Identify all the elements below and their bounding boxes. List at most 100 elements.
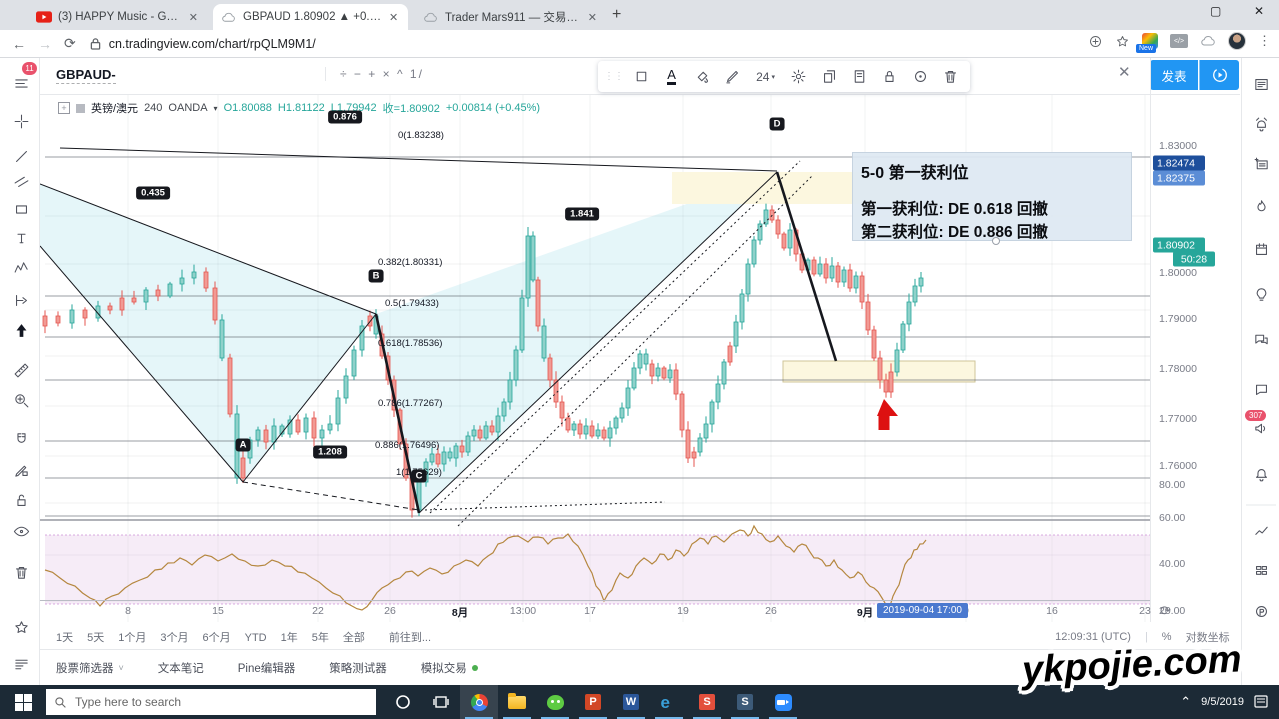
tray-date[interactable]: 9/5/2019 <box>1201 696 1244 708</box>
range-YTD[interactable]: YTD <box>245 632 267 644</box>
note-resize-handle[interactable] <box>992 237 1000 245</box>
drag-handle-icon[interactable]: ⋮⋮ <box>604 71 624 82</box>
range-1年[interactable]: 1年 <box>281 632 298 644</box>
draw-lock-tool[interactable] <box>8 457 34 483</box>
range-1天[interactable]: 1天 <box>56 632 73 644</box>
start-button[interactable] <box>0 685 46 719</box>
range-6个月[interactable]: 6个月 <box>203 632 231 644</box>
range-全部[interactable]: 全部 <box>343 632 365 644</box>
wechat-taskbar-button[interactable] <box>536 685 574 719</box>
legend-symbol-name[interactable]: 英镑/澳元 <box>91 100 138 116</box>
tab-close-icon[interactable]: ✕ <box>189 11 198 24</box>
compare-operators[interactable]: ÷ − + × ^ 1/ <box>325 67 424 81</box>
chats-panel-button[interactable] <box>1249 327 1273 351</box>
url-text[interactable]: cn.tradingview.com/chart/rpQLM9M1/ <box>109 37 316 51</box>
time-axis[interactable]: 81522268月13:001719269月916232019-09-04 17… <box>40 600 1150 622</box>
text-note-annotation[interactable]: 5-0 第一获利位 第一获利位: DE 0.618 回撤 第二获利位: DE 0… <box>852 152 1132 241</box>
hide-tool[interactable] <box>8 518 34 544</box>
price-axis[interactable]: 1.830001.800001.790001.780001.770001.760… <box>1150 58 1241 685</box>
range-5年[interactable]: 5年 <box>312 632 329 644</box>
lock-button[interactable] <box>877 64 903 90</box>
zoom-page-icon[interactable] <box>1088 34 1103 49</box>
devtools-icon[interactable]: </> <box>1170 34 1188 48</box>
private-chat-panel-button[interactable] <box>1249 377 1273 401</box>
marker-button[interactable] <box>719 64 745 90</box>
ideas-panel-button[interactable] <box>1249 282 1273 306</box>
panel-tab-5[interactable]: 模拟交易 <box>421 660 478 676</box>
font-size-dropdown-button[interactable]: 24▾ <box>750 64 782 90</box>
calendar-panel-button[interactable] <box>1249 237 1273 261</box>
close-window-button[interactable]: ✕ <box>1254 4 1264 18</box>
profile-avatar[interactable] <box>1228 32 1246 50</box>
zoom-app-taskbar-button[interactable] <box>764 685 802 719</box>
task-view-icon[interactable] <box>422 685 460 719</box>
panel-tab-2[interactable]: 文本笔记 <box>158 660 204 676</box>
settings-gear-button[interactable] <box>785 64 811 90</box>
ruler-tool[interactable] <box>8 357 34 383</box>
select-area-button[interactable] <box>628 64 654 90</box>
url-box[interactable]: cn.tradingview.com/chart/rpQLM9M1/ <box>90 37 316 51</box>
rectangle-tool[interactable] <box>8 196 34 222</box>
trash-button[interactable] <box>938 64 964 90</box>
browser-tab-1[interactable]: (3) HAPPY Music - Good Mornin✕ <box>28 4 206 30</box>
browser-menu-icon[interactable]: ⋮ <box>1258 33 1271 49</box>
notification-center-icon[interactable] <box>1254 695 1269 709</box>
unlock-tool[interactable] <box>8 487 34 513</box>
close-drawing-toolbar-button[interactable]: ✕ <box>1118 63 1131 81</box>
browser-tab-3[interactable]: Trader Mars911 — 交易观点与图✕ <box>415 4 605 30</box>
symbol-search-input[interactable]: GBPAUD- <box>56 67 116 84</box>
channel-tool[interactable] <box>8 168 34 194</box>
forecast-tool[interactable] <box>8 287 34 313</box>
object-tree-panel-button[interactable] <box>1249 519 1273 543</box>
range-5天[interactable]: 5天 <box>87 632 104 644</box>
refresh-icon[interactable]: ⟳ <box>1160 603 1171 619</box>
chrome-taskbar-button[interactable] <box>460 685 498 719</box>
notifications-panel-button[interactable] <box>1249 462 1273 486</box>
range-1个月[interactable]: 1个月 <box>118 632 146 644</box>
arrow-tool-tool[interactable] <box>8 317 34 343</box>
text-color-button[interactable]: A <box>658 64 684 90</box>
maximize-button[interactable]: ▢ <box>1210 4 1221 18</box>
sublime-red-taskbar-button[interactable]: S <box>688 685 726 719</box>
tray-chevron-icon[interactable]: ⌃ <box>1180 694 1191 710</box>
star-tool[interactable] <box>8 614 34 640</box>
trendline-tool[interactable] <box>8 143 34 169</box>
sublime-blue-taskbar-button[interactable]: S <box>726 685 764 719</box>
utc-clock[interactable]: 12:09:31 (UTC) <box>1055 631 1131 643</box>
sync-cloud-icon[interactable] <box>1200 33 1216 49</box>
crosshair-tool[interactable] <box>8 108 34 134</box>
magnet-tool[interactable] <box>8 426 34 452</box>
powerpoint-taskbar-button[interactable]: P <box>574 685 612 719</box>
template-button[interactable] <box>846 64 872 90</box>
panel-tab-3[interactable]: Pine编辑器 <box>238 660 296 676</box>
explorer-taskbar-button[interactable] <box>498 685 536 719</box>
bookmark-star-icon[interactable] <box>1115 34 1130 49</box>
back-button[interactable]: ← <box>12 36 26 52</box>
cortana-icon[interactable] <box>384 685 422 719</box>
target-button[interactable] <box>907 64 933 90</box>
broker-panel-button[interactable] <box>1249 599 1273 623</box>
fill-color-button[interactable] <box>689 64 715 90</box>
goto-date-button[interactable]: 前往到... <box>389 632 431 644</box>
edge-taskbar-button[interactable]: e <box>650 685 688 719</box>
extension-icon[interactable]: New <box>1142 33 1158 49</box>
alerts-panel-button[interactable] <box>1249 112 1273 136</box>
browser-tab-2[interactable]: GBPAUD 1.80902 ▲ +0.35% Unn✕ <box>213 4 408 30</box>
tab-close-icon[interactable]: ✕ <box>389 11 398 24</box>
zoom-in-tool[interactable] <box>8 387 34 413</box>
hotlist-panel-button[interactable] <box>1249 194 1273 218</box>
layers-button[interactable] <box>816 64 842 90</box>
news-panel-button[interactable] <box>1249 152 1273 176</box>
add-symbol-icon[interactable]: + <box>58 102 70 114</box>
screener-grid-tool[interactable] <box>8 651 34 677</box>
xabcd-pattern-tool[interactable] <box>8 255 34 281</box>
range-3个月[interactable]: 3个月 <box>160 632 188 644</box>
new-tab-button[interactable]: + <box>612 6 621 24</box>
panel-tab-1[interactable]: 股票筛选器˅ <box>56 660 124 676</box>
watchlist-panel-button[interactable] <box>1249 72 1273 96</box>
trash-tool[interactable] <box>8 559 34 585</box>
legend-interval[interactable]: 240 <box>144 102 162 114</box>
taskbar-search-input[interactable]: Type here to search <box>46 689 376 715</box>
legend-exchange[interactable]: OANDA <box>168 102 207 114</box>
chevron-down-icon[interactable]: ▾ <box>214 104 218 113</box>
